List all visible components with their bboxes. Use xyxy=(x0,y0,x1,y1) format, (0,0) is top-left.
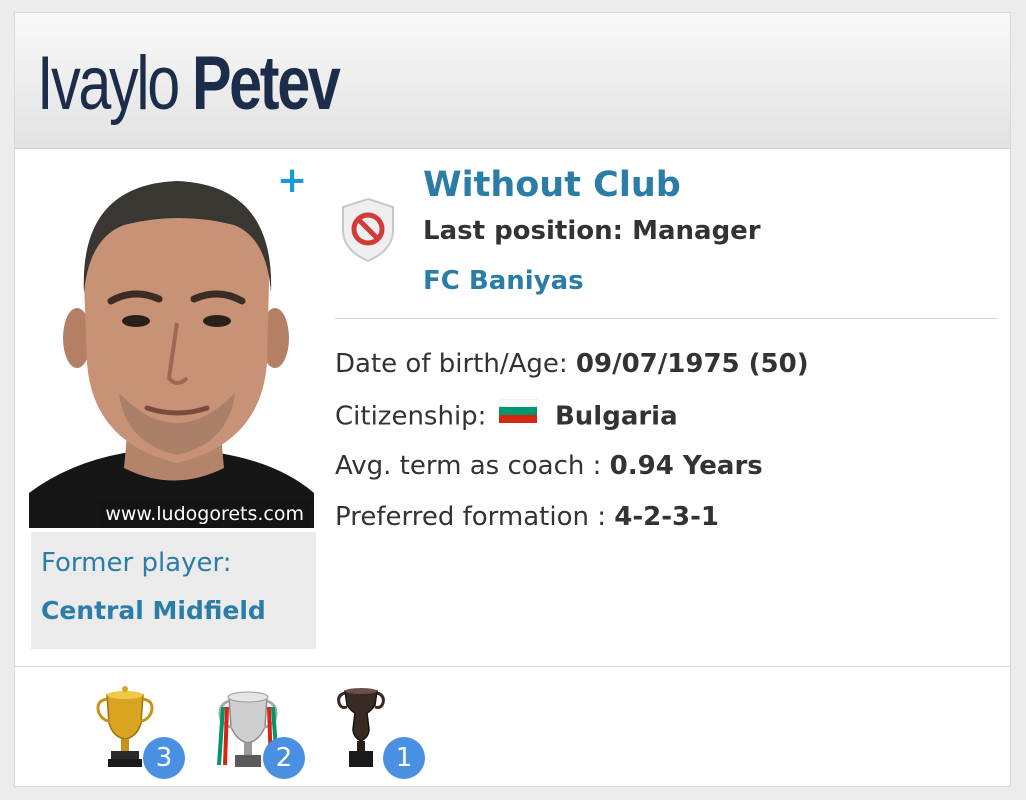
dob-value: 09/07/1975 (50) xyxy=(575,349,809,379)
profile-header: Ivaylo Petev xyxy=(15,13,1010,149)
citizenship-label: Citizenship: xyxy=(335,401,487,432)
dark-cup-icon xyxy=(337,688,385,767)
last-club-link[interactable]: FC Baniyas xyxy=(423,263,584,299)
former-player-box: Former player: Central Midfield xyxy=(31,532,316,649)
formation-row: Preferred formation : 4-2-3-1 xyxy=(335,499,719,535)
date-of-birth-row: Date of birth/Age: 09/07/1975 (50) xyxy=(335,346,809,382)
expand-photo-button[interactable]: + xyxy=(277,161,307,201)
portrait-image xyxy=(29,181,314,528)
last-name: Petev xyxy=(191,41,341,126)
trophy-national-cup[interactable]: 2 xyxy=(215,685,305,779)
club-status[interactable]: Without Club xyxy=(423,163,681,207)
citizenship-row: Citizenship: Bulgaria xyxy=(335,397,678,437)
first-name: Ivaylo xyxy=(37,41,180,126)
former-player-position: Central Midfield xyxy=(41,596,266,625)
formation-value: 4-2-3-1 xyxy=(614,502,719,532)
divider xyxy=(335,318,998,319)
term-label: Avg. term as coach : xyxy=(335,451,602,481)
no-club-shield-icon xyxy=(337,196,399,268)
bulgaria-flag-icon xyxy=(498,397,537,433)
dob-label: Date of birth/Age: xyxy=(335,349,568,379)
term-value: 0.94 Years xyxy=(609,451,763,481)
photo-watermark: www.ludogorets.com xyxy=(99,500,310,528)
divider xyxy=(15,666,1010,667)
player-photo[interactable]: www.ludogorets.com xyxy=(29,163,314,528)
player-profile-card: Ivaylo Petev www.ludogorets.com + Former… xyxy=(14,12,1011,787)
trophy-count-badge: 2 xyxy=(263,737,305,779)
trophy-gold-cup[interactable]: 3 xyxy=(95,685,185,779)
citizenship-value: Bulgaria xyxy=(554,401,678,432)
formation-label: Preferred formation : xyxy=(335,502,606,532)
former-player-label: Former player: xyxy=(41,548,232,578)
coach-term-row: Avg. term as coach : 0.94 Years xyxy=(335,448,763,484)
trophy-count-badge: 1 xyxy=(383,737,425,779)
trophy-count-badge: 3 xyxy=(143,737,185,779)
player-name: Ivaylo Petev xyxy=(37,39,341,129)
trophy-dark-cup[interactable]: 1 xyxy=(335,685,425,779)
last-position: Last position: Manager xyxy=(423,216,761,246)
